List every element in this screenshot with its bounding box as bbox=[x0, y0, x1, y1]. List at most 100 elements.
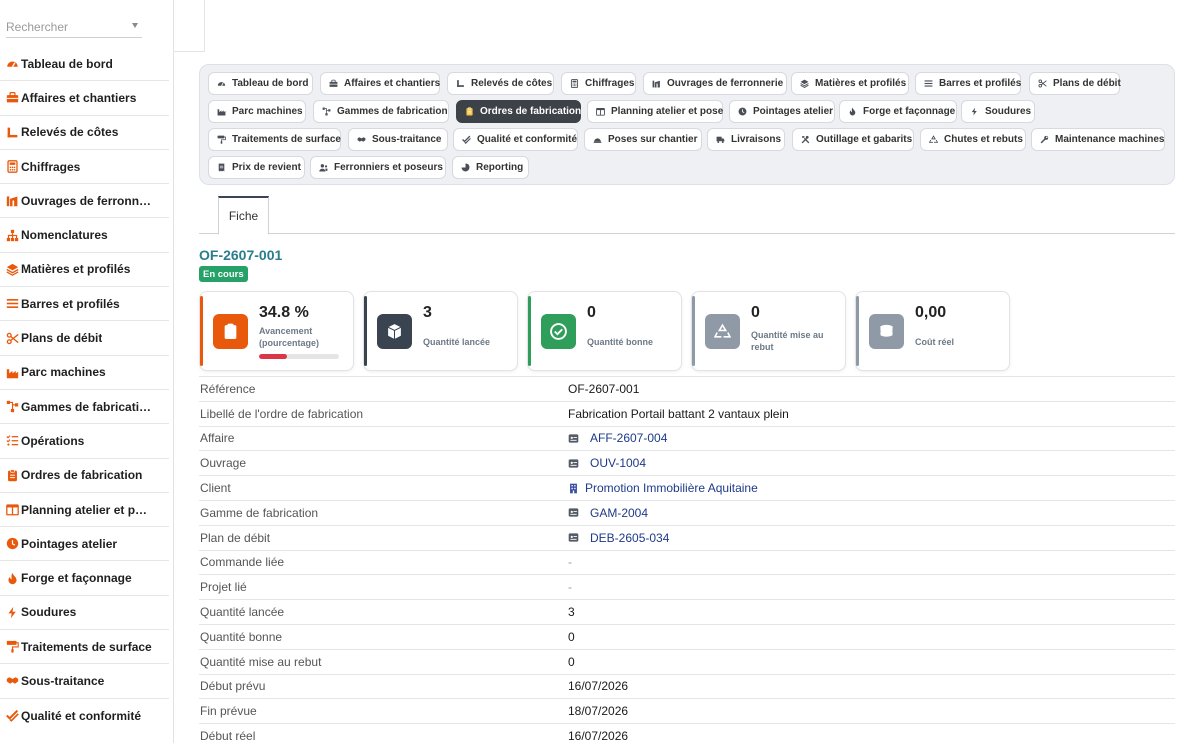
kpi-accent-strip bbox=[528, 296, 531, 366]
calculator-icon bbox=[5, 160, 19, 174]
field-value-link[interactable]: DEB-2605-034 bbox=[568, 531, 669, 545]
search-select[interactable]: Rechercher bbox=[6, 14, 142, 38]
module-button[interactable]: Affaires et chantiers bbox=[320, 72, 440, 95]
record-icon bbox=[568, 507, 579, 518]
sidebar-item[interactable]: Ordres de fabrication bbox=[0, 459, 169, 493]
sidebar-item[interactable]: Nomenclatures bbox=[0, 218, 169, 253]
sidebar-item[interactable]: Chiffrages bbox=[0, 150, 169, 185]
check-double-icon bbox=[462, 135, 471, 144]
ruler-icon bbox=[5, 125, 19, 139]
sidebar-item[interactable]: Parc machines bbox=[0, 356, 169, 390]
tab-fiche[interactable]: Fiche bbox=[218, 196, 269, 235]
module-button[interactable]: Maintenance machines bbox=[1031, 128, 1165, 151]
gate-icon bbox=[652, 79, 661, 88]
header-corner bbox=[174, 0, 205, 52]
gate-icon bbox=[5, 194, 19, 208]
module-button[interactable]: Planning atelier et pose bbox=[587, 100, 723, 123]
field-value-link[interactable]: OUV-1004 bbox=[568, 456, 646, 470]
sidebar-item[interactable]: Traitements de surface bbox=[0, 630, 169, 665]
sidebar-item[interactable]: Matières et profilés bbox=[0, 253, 169, 288]
field-label: Plan de débit bbox=[200, 530, 271, 545]
caret-down-icon[interactable] bbox=[132, 23, 138, 28]
recycle-icon bbox=[929, 135, 938, 144]
sidebar-item[interactable]: Sous-traitance bbox=[0, 664, 169, 699]
module-button[interactable]: Matières et profilés bbox=[791, 72, 909, 95]
field-value-text: OUV-1004 bbox=[590, 456, 647, 471]
module-button[interactable]: Ouvrages de ferronnerie bbox=[643, 72, 787, 95]
recycle-icon bbox=[705, 314, 740, 349]
sidebar-item-label: Plans de débit bbox=[21, 331, 103, 346]
module-button[interactable]: Traitements de surface bbox=[208, 128, 341, 151]
field-value-link[interactable]: AFF-2607-004 bbox=[568, 431, 667, 445]
sidebar-item[interactable]: Barres et profilés bbox=[0, 287, 169, 322]
sidebar-item[interactable]: Gammes de fabricati… bbox=[0, 390, 169, 425]
module-button[interactable]: Gammes de fabrication bbox=[313, 100, 449, 123]
module-button[interactable]: Chutes et rebuts bbox=[920, 128, 1026, 151]
field-row: Gamme de fabrication GAM-2004 bbox=[199, 499, 1175, 525]
module-button[interactable]: Parc machines bbox=[208, 100, 306, 123]
field-value-link[interactable]: Promotion Immobilière Aquitaine bbox=[568, 481, 758, 495]
kpi-label: Avancement (pourcentage) bbox=[259, 325, 319, 349]
tools-icon bbox=[801, 135, 810, 144]
sidebar-item-label: Opérations bbox=[21, 433, 85, 448]
field-row: Quantité bonne 0 bbox=[199, 623, 1175, 649]
sidebar-item-label: Pointages atelier bbox=[21, 536, 118, 551]
module-button[interactable]: Livraisons bbox=[707, 128, 785, 151]
sidebar-item-label: Sous-traitance bbox=[21, 673, 105, 688]
kpi-label-line: Avancement bbox=[259, 326, 313, 336]
kpi-accent-strip bbox=[692, 296, 695, 366]
module-button[interactable]: Ordres de fabrication bbox=[456, 100, 581, 123]
field-label: Affaire bbox=[200, 431, 235, 446]
sidebar-item[interactable]: Tableau de bord bbox=[0, 47, 169, 82]
module-button[interactable]: Sous-traitance bbox=[348, 128, 448, 151]
sidebar-item[interactable]: Affaires et chantiers bbox=[0, 81, 169, 116]
kpi-label: Coût réel bbox=[915, 336, 954, 348]
sidebar-item[interactable]: Plans de débit bbox=[0, 321, 169, 356]
module-button[interactable]: Outillage et gabarits bbox=[792, 128, 914, 151]
module-button[interactable]: Relevés de côtes bbox=[447, 72, 554, 95]
sidebar-item[interactable]: Pointages atelier bbox=[0, 527, 169, 562]
kpi-label: Quantité mise au rebut bbox=[751, 329, 824, 353]
kpi-accent-strip bbox=[200, 296, 203, 366]
sidebar-item[interactable]: Relevés de côtes bbox=[0, 116, 169, 150]
field-row: Fin prévue 18/07/2026 bbox=[199, 698, 1175, 723]
sidebar-item-label: Barres et profilés bbox=[21, 296, 120, 311]
module-button[interactable]: Prix de revient bbox=[208, 156, 305, 179]
handshake-icon bbox=[5, 674, 19, 688]
record-fields: Référence OF-2607-001 Libellé de l'ordre d… bbox=[199, 376, 1175, 743]
sidebar-item-label: Ouvrages de ferronn… bbox=[21, 193, 152, 208]
module-button-label: Affaires et chantiers bbox=[344, 78, 441, 89]
module-button[interactable]: Chiffrages bbox=[561, 72, 636, 95]
sidebar-item[interactable]: Opérations bbox=[0, 424, 169, 459]
layers-icon bbox=[5, 262, 19, 276]
field-row: Quantité mise au rebut 0 bbox=[199, 648, 1175, 674]
sidebar-item-label: Ordres de fabrication bbox=[21, 468, 143, 483]
kpi-accent-strip bbox=[856, 296, 859, 366]
sidebar-item-label: Gammes de fabricati… bbox=[21, 399, 152, 414]
field-label: Référence bbox=[200, 381, 256, 396]
field-value: Fabrication Portail battant 2 vantaux pl… bbox=[568, 407, 789, 421]
check-circle-icon bbox=[541, 314, 576, 349]
sidebar-item[interactable]: Planning atelier et p… bbox=[0, 493, 169, 528]
module-button[interactable]: Ferronniers et poseurs bbox=[310, 156, 446, 179]
module-button[interactable]: Pointages atelier bbox=[729, 100, 835, 123]
sidebar-item[interactable]: Soudures bbox=[0, 596, 169, 631]
module-button[interactable]: Barres et profilés bbox=[915, 72, 1021, 95]
module-button[interactable]: Soudures bbox=[961, 100, 1035, 123]
sidebar-item[interactable]: Forge et façonnage bbox=[0, 561, 169, 596]
gauge-icon bbox=[217, 79, 226, 88]
field-value-link[interactable]: GAM-2004 bbox=[568, 506, 648, 520]
module-button[interactable]: Forge et façonnage bbox=[839, 100, 957, 123]
sidebar-item[interactable]: Ouvrages de ferronn… bbox=[0, 184, 169, 219]
check-double-icon bbox=[5, 709, 19, 723]
calendar-icon bbox=[596, 107, 605, 116]
module-button[interactable]: Poses sur chantier bbox=[584, 128, 702, 151]
module-button[interactable]: Reporting bbox=[452, 156, 529, 179]
bolt-icon bbox=[5, 605, 19, 619]
module-button[interactable]: Plans de débit bbox=[1029, 72, 1121, 95]
module-button[interactable]: Tableau de bord bbox=[208, 72, 313, 95]
paint-roller-icon bbox=[217, 135, 226, 144]
sidebar-item[interactable]: Qualité et conformité bbox=[0, 699, 169, 733]
field-row: Ouvrage OUV-1004 bbox=[199, 450, 1175, 475]
module-button[interactable]: Qualité et conformité bbox=[453, 128, 578, 151]
